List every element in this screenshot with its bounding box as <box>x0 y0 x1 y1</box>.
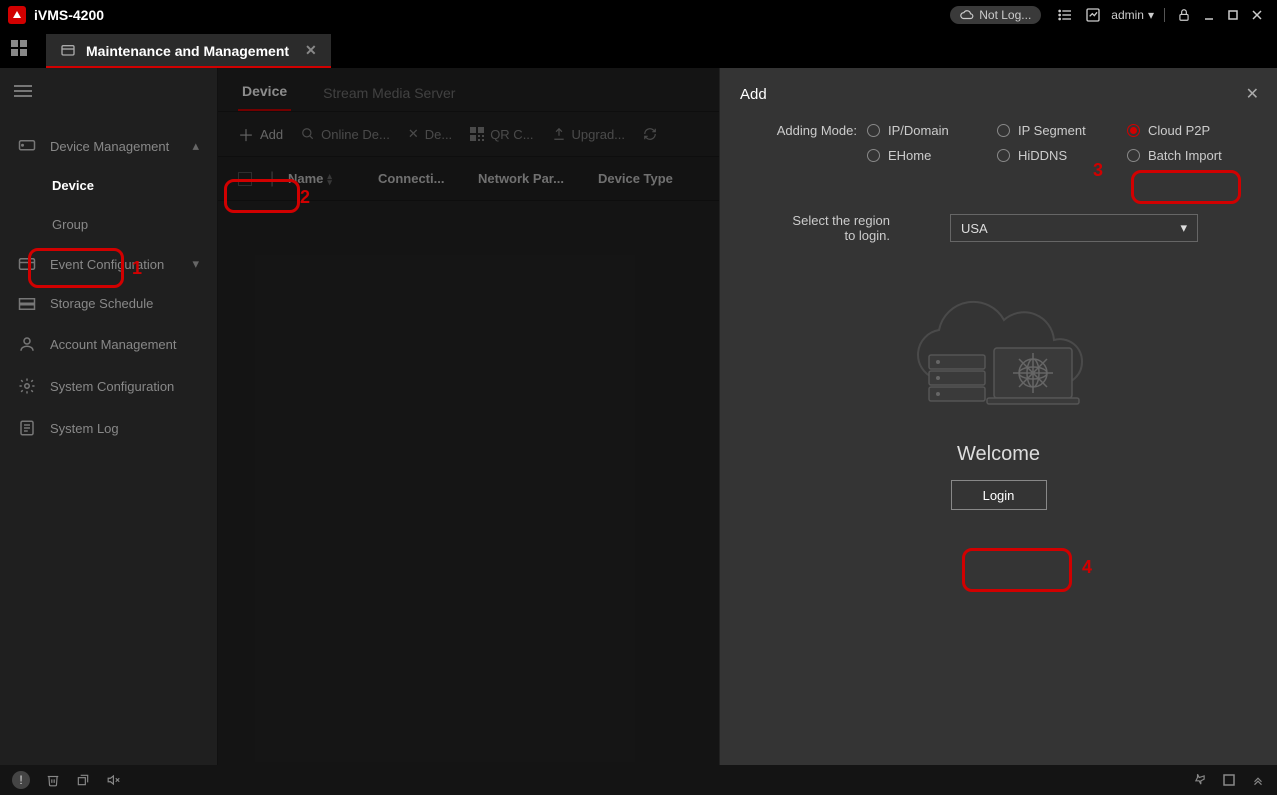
cloud-illustration <box>879 293 1119 423</box>
radio-hiddns[interactable]: HiDDNS <box>997 148 1127 163</box>
login-button[interactable]: Login <box>951 480 1047 510</box>
sidebar-item-system-log[interactable]: System Log <box>0 407 217 449</box>
lock-icon[interactable] <box>1177 8 1191 22</box>
chevron-up-icon: ▴ <box>192 138 199 154</box>
window-icon[interactable] <box>1223 774 1235 786</box>
app-title: iVMS-4200 <box>34 7 104 23</box>
popup-icon[interactable] <box>76 773 90 787</box>
gear-icon <box>18 377 36 395</box>
cloud-login-button[interactable]: Not Log... <box>950 6 1041 24</box>
radio-ehome[interactable]: EHome <box>867 148 997 163</box>
title-bar: iVMS-4200 Not Log... admin▾ <box>0 0 1277 30</box>
radio-cloud-p2p[interactable]: Cloud P2P <box>1127 123 1257 138</box>
sidebar-subitem-device[interactable]: Device <box>0 166 217 205</box>
add-panel: Add ✕ Adding Mode: IP/Domain IP Segment … <box>719 68 1277 765</box>
sidebar-item-system-configuration[interactable]: System Configuration <box>0 365 217 407</box>
expand-up-icon[interactable] <box>1251 773 1265 787</box>
trash-icon[interactable] <box>46 773 60 787</box>
mute-icon[interactable] <box>106 773 122 787</box>
region-label: Select the region to login. <box>740 213 950 243</box>
close-button[interactable] <box>1251 9 1263 21</box>
adding-mode-label: Adding Mode: <box>740 123 867 138</box>
tab-maintenance[interactable]: Maintenance and Management ✕ <box>46 34 331 67</box>
annotation-number-1: 1 <box>132 258 142 279</box>
apps-grid-icon[interactable] <box>10 39 28 57</box>
stats-icon[interactable] <box>1085 7 1101 23</box>
minimize-button[interactable] <box>1203 9 1215 21</box>
radio-ip-segment[interactable]: IP Segment <box>997 123 1127 138</box>
panel-close-button[interactable]: ✕ <box>1246 84 1259 104</box>
hamburger-icon[interactable] <box>0 74 217 108</box>
sidebar: Device Management ▴ Device Group Event C… <box>0 68 218 765</box>
tab-close-icon[interactable]: ✕ <box>305 42 317 59</box>
list-icon[interactable] <box>1057 7 1073 23</box>
annotation-number-2: 2 <box>300 187 310 208</box>
user-icon <box>18 335 36 353</box>
chevron-down-icon: ▾ <box>192 256 199 272</box>
user-menu[interactable]: admin▾ <box>1111 8 1154 22</box>
welcome-text: Welcome <box>740 443 1257 466</box>
storage-icon <box>18 297 36 311</box>
device-icon <box>18 139 36 153</box>
chevron-down-icon: ▾ <box>1180 220 1187 236</box>
radio-batch-import[interactable]: Batch Import <box>1127 148 1257 163</box>
app-logo <box>8 6 26 24</box>
region-select[interactable]: USA ▾ <box>950 214 1198 242</box>
pin-icon[interactable] <box>1193 773 1207 787</box>
maximize-button[interactable] <box>1227 9 1239 21</box>
annotation-number-4: 4 <box>1082 557 1092 578</box>
module-icon <box>60 43 76 59</box>
cloud-status-text: Not Log... <box>979 8 1031 22</box>
sidebar-item-account-management[interactable]: Account Management <box>0 323 217 365</box>
radio-ip-domain[interactable]: IP/Domain <box>867 123 997 138</box>
annotation-number-3: 3 <box>1093 160 1103 181</box>
cloud-icon <box>960 8 974 22</box>
chevron-down-icon: ▾ <box>1148 8 1154 22</box>
event-icon <box>18 257 36 271</box>
tab-strip: Maintenance and Management ✕ <box>0 30 1277 68</box>
region-value: USA <box>961 221 988 236</box>
sidebar-item-device-management[interactable]: Device Management ▴ <box>0 126 217 166</box>
sidebar-subitem-group[interactable]: Group <box>0 205 217 244</box>
sidebar-item-storage-schedule[interactable]: Storage Schedule <box>0 284 217 323</box>
sidebar-item-event-configuration[interactable]: Event Configuration ▾ <box>0 244 217 284</box>
panel-title: Add <box>740 86 1257 103</box>
log-icon <box>18 419 36 437</box>
tab-label: Maintenance and Management <box>86 43 289 59</box>
status-bar: ! <box>0 765 1277 795</box>
alert-icon[interactable]: ! <box>12 771 30 789</box>
